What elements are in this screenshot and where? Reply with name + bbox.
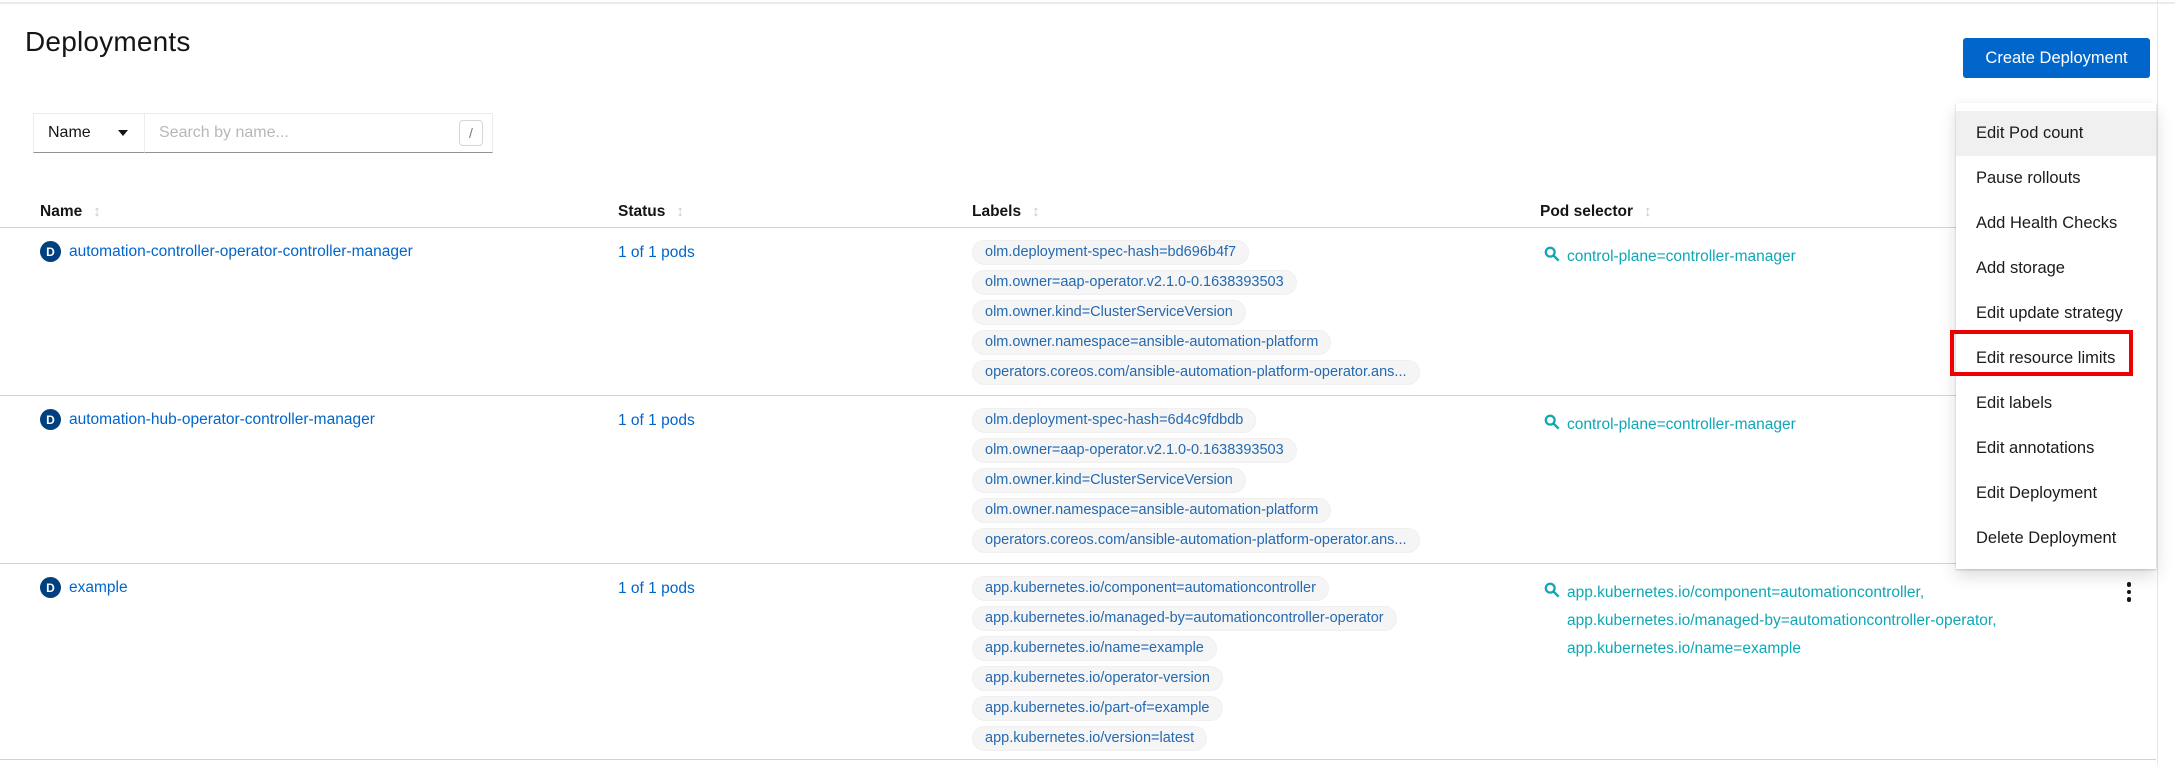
pod-selector-line: control-plane=controller-manager	[1567, 243, 1796, 271]
pod-selector-line: app.kubernetes.io/component=automationco…	[1567, 579, 1997, 607]
pod-selector-line: app.kubernetes.io/name=example	[1567, 635, 1997, 663]
column-header-label: Status	[618, 203, 665, 221]
menu-item-edit-pod-count[interactable]: Edit Pod count	[1956, 111, 2156, 156]
menu-item-edit-labels[interactable]: Edit labels	[1956, 381, 2156, 426]
column-header-label: Pod selector	[1540, 203, 1633, 221]
kebab-menu-icon[interactable]	[2120, 578, 2138, 606]
column-header-pod-selector[interactable]: Pod selector ↕	[1540, 195, 1652, 228]
search-icon	[1544, 582, 1560, 663]
labels-cell: app.kubernetes.io/component=automationco…	[972, 576, 1397, 756]
menu-item-add-health-checks[interactable]: Add Health Checks	[1956, 201, 2156, 246]
label-pill[interactable]: olm.owner.namespace=ansible-automation-p…	[972, 330, 1331, 355]
pods-status-link[interactable]: 1 of 1 pods	[618, 244, 695, 262]
column-header-name[interactable]: Name ↕	[40, 195, 101, 228]
right-edge-divider	[2157, 0, 2158, 765]
label-pill[interactable]: olm.deployment-spec-hash=bd696b4f7	[972, 240, 1249, 265]
label-pill[interactable]: app.kubernetes.io/component=automationco…	[972, 576, 1329, 601]
filter-toolbar: Name /	[33, 113, 493, 153]
menu-item-edit-annotations[interactable]: Edit annotations	[1956, 426, 2156, 471]
label-pill[interactable]: olm.owner=aap-operator.v2.1.0-0.16383935…	[972, 270, 1297, 295]
keyboard-shortcut-badge: /	[459, 120, 483, 146]
labels-cell: olm.deployment-spec-hash=6d4c9fdbdb olm.o…	[972, 408, 1420, 558]
deployment-name-link[interactable]: example	[69, 579, 128, 597]
action-menu: Edit Pod countPause rolloutsAdd Health C…	[1956, 103, 2156, 569]
label-pill[interactable]: app.kubernetes.io/part-of=example	[972, 696, 1223, 721]
label-pill[interactable]: app.kubernetes.io/version=latest	[972, 726, 1207, 751]
column-header-status[interactable]: Status ↕	[618, 195, 684, 228]
menu-item-edit-resource-limits[interactable]: Edit resource limits	[1956, 336, 2156, 381]
search-icon	[1544, 414, 1560, 439]
sort-icon: ↕	[1644, 203, 1652, 220]
table-row: Dautomation-controller-operator-controll…	[0, 228, 2156, 396]
label-pill[interactable]: app.kubernetes.io/managed-by=automationc…	[972, 606, 1397, 631]
filter-type-dropdown[interactable]: Name	[33, 113, 145, 153]
create-deployment-button[interactable]: Create Deployment	[1963, 38, 2150, 78]
search-icon	[1544, 246, 1560, 271]
menu-item-edit-update-strategy[interactable]: Edit update strategy	[1956, 291, 2156, 336]
pod-selector-link[interactable]: app.kubernetes.io/component=automationco…	[1567, 579, 1997, 663]
deployment-name-cell: Dexample	[40, 577, 128, 598]
pod-selector-line: control-plane=controller-manager	[1567, 411, 1796, 439]
pod-selector-link[interactable]: control-plane=controller-manager	[1567, 243, 1796, 271]
page-top-divider	[0, 2, 2175, 4]
menu-item-delete-deployment[interactable]: Delete Deployment	[1956, 516, 2156, 561]
deployment-kind-badge: D	[40, 241, 61, 262]
pod-selector-cell: control-plane=controller-manager	[1544, 243, 1796, 271]
sort-icon: ↕	[93, 203, 101, 220]
label-pill[interactable]: olm.deployment-spec-hash=6d4c9fdbdb	[972, 408, 1256, 433]
sort-icon: ↕	[676, 203, 684, 220]
column-header-labels[interactable]: Labels ↕	[972, 195, 1040, 228]
table-row: Dautomation-hub-operator-controller-mana…	[0, 396, 2156, 564]
labels-cell: olm.deployment-spec-hash=bd696b4f7 olm.ow…	[972, 240, 1420, 390]
table-row: Dexample 1 of 1 pods app.kubernetes.io/com…	[0, 564, 2156, 760]
column-header-label: Labels	[972, 203, 1021, 221]
label-pill[interactable]: olm.owner.kind=ClusterServiceVersion	[972, 468, 1246, 493]
menu-item-edit-deployment[interactable]: Edit Deployment	[1956, 471, 2156, 516]
deployment-name-cell: Dautomation-hub-operator-controller-mana…	[40, 409, 375, 430]
label-pill[interactable]: olm.owner=aap-operator.v2.1.0-0.16383935…	[972, 438, 1297, 463]
action-menu-list: Edit Pod countPause rolloutsAdd Health C…	[1956, 111, 2156, 561]
pod-selector-cell: control-plane=controller-manager	[1544, 411, 1796, 439]
deployment-name-cell: Dautomation-controller-operator-controll…	[40, 241, 413, 262]
pod-selector-cell: app.kubernetes.io/component=automationco…	[1544, 579, 1997, 663]
pod-selector-line: app.kubernetes.io/managed-by=automationc…	[1567, 607, 1997, 635]
pods-status-link[interactable]: 1 of 1 pods	[618, 580, 695, 598]
menu-item-add-storage[interactable]: Add storage	[1956, 246, 2156, 291]
table-header-row: Name ↕ Status ↕ Labels ↕ Pod selector ↕	[0, 195, 2156, 228]
label-pill[interactable]: operators.coreos.com/ansible-automation-…	[972, 360, 1420, 385]
menu-item-pause-rollouts[interactable]: Pause rollouts	[1956, 156, 2156, 201]
page-title: Deployments	[25, 26, 191, 58]
label-pill[interactable]: app.kubernetes.io/operator-version	[972, 666, 1223, 691]
label-pill[interactable]: app.kubernetes.io/name=example	[972, 636, 1217, 661]
label-pill[interactable]: olm.owner.namespace=ansible-automation-p…	[972, 498, 1331, 523]
pods-status-link[interactable]: 1 of 1 pods	[618, 412, 695, 430]
sort-icon: ↕	[1032, 203, 1040, 220]
label-pill[interactable]: olm.owner.kind=ClusterServiceVersion	[972, 300, 1246, 325]
label-pill[interactable]: operators.coreos.com/ansible-automation-…	[972, 528, 1420, 553]
deployment-name-link[interactable]: automation-controller-operator-controlle…	[69, 243, 413, 261]
filter-type-label: Name	[48, 124, 91, 142]
chevron-down-icon	[118, 130, 128, 136]
deployment-kind-badge: D	[40, 577, 61, 598]
deployment-name-link[interactable]: automation-hub-operator-controller-manag…	[69, 411, 375, 429]
search-input[interactable]	[145, 113, 493, 153]
pod-selector-link[interactable]: control-plane=controller-manager	[1567, 411, 1796, 439]
deployment-kind-badge: D	[40, 409, 61, 430]
column-header-label: Name	[40, 203, 82, 221]
search-field: /	[145, 113, 493, 153]
